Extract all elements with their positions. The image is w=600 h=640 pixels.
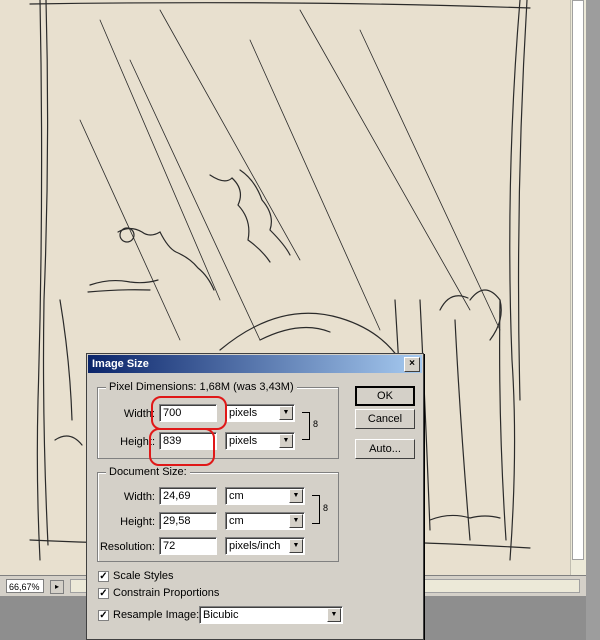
pixel-dimensions-size-info: 1,68M (was 3,43M) bbox=[199, 381, 294, 393]
chain-link-icon: 8 bbox=[313, 419, 319, 429]
pixel-dimensions-label: Pixel Dimensions: bbox=[109, 381, 197, 393]
pixel-height-unit-select[interactable]: pixels ▼ bbox=[225, 432, 295, 450]
pixel-height-label: Height: bbox=[120, 436, 155, 448]
pixel-width-unit-value: pixels bbox=[229, 407, 258, 419]
resolution-label: Resolution: bbox=[99, 541, 155, 553]
scale-styles-label[interactable]: Scale Styles bbox=[113, 570, 174, 582]
document-width-unit-value: cm bbox=[229, 490, 244, 502]
resolution-unit-select[interactable]: pixels/inch ▼ bbox=[225, 537, 305, 555]
chain-link-icon: 8 bbox=[323, 503, 329, 513]
chevron-down-icon: ▼ bbox=[279, 406, 293, 420]
chevron-down-icon: ▼ bbox=[289, 539, 303, 553]
document-height-input[interactable]: 29,58 bbox=[159, 512, 217, 530]
ok-button[interactable]: OK bbox=[355, 386, 415, 406]
document-height-label: Height: bbox=[120, 516, 155, 528]
chevron-down-icon: ▼ bbox=[279, 434, 293, 448]
auto-button[interactable]: Auto... bbox=[355, 439, 415, 459]
workspace-background bbox=[586, 0, 600, 640]
resample-method-select[interactable]: Bicubic ▼ bbox=[199, 606, 343, 624]
pixel-width-unit-select[interactable]: pixels ▼ bbox=[225, 404, 295, 422]
chevron-down-icon: ▼ bbox=[289, 489, 303, 503]
resolution-input[interactable]: 72 bbox=[159, 537, 217, 555]
cancel-button[interactable]: Cancel bbox=[355, 409, 415, 429]
resolution-unit-value: pixels/inch bbox=[229, 540, 281, 552]
document-width-input[interactable]: 24,69 bbox=[159, 487, 217, 505]
document-constrain-bracket bbox=[312, 495, 320, 524]
vertical-scrollbar[interactable] bbox=[570, 0, 586, 575]
pixel-width-label: Width: bbox=[123, 408, 155, 420]
pixel-width-input[interactable]: 700 bbox=[159, 404, 217, 422]
constrain-proportions-checkbox[interactable]: ✓ bbox=[98, 588, 109, 599]
pixel-dimensions-legend: Pixel Dimensions: 1,68M (was 3,43M) bbox=[106, 381, 297, 393]
resample-image-label[interactable]: Resample Image: bbox=[113, 609, 199, 621]
resample-image-checkbox[interactable]: ✓ bbox=[98, 610, 109, 621]
chevron-down-icon: ▼ bbox=[289, 514, 303, 528]
document-height-unit-select[interactable]: cm ▼ bbox=[225, 512, 305, 530]
document-size-legend: Document Size: bbox=[106, 466, 190, 478]
status-menu-arrow-icon[interactable]: ▸ bbox=[50, 580, 64, 594]
chevron-down-icon: ▼ bbox=[327, 608, 341, 622]
pixel-height-unit-value: pixels bbox=[229, 435, 258, 447]
document-height-unit-value: cm bbox=[229, 515, 244, 527]
vertical-scrollbar-thumb[interactable] bbox=[572, 0, 584, 560]
dialog-title: Image Size bbox=[92, 358, 149, 370]
document-width-label: Width: bbox=[123, 491, 155, 503]
dialog-titlebar[interactable]: Image Size × bbox=[88, 355, 422, 373]
resample-method-value: Bicubic bbox=[203, 609, 239, 621]
constrain-proportions-label[interactable]: Constrain Proportions bbox=[113, 587, 219, 599]
pixel-height-input[interactable]: 839 bbox=[159, 432, 217, 450]
image-size-dialog: Image Size × Pixel Dimensions: 1,68M (wa… bbox=[86, 353, 424, 640]
pixel-constrain-bracket bbox=[302, 412, 310, 440]
zoom-level-field[interactable]: 66,67% bbox=[6, 579, 44, 593]
document-width-unit-select[interactable]: cm ▼ bbox=[225, 487, 305, 505]
scale-styles-checkbox[interactable]: ✓ bbox=[98, 571, 109, 582]
close-icon[interactable]: × bbox=[404, 357, 420, 372]
